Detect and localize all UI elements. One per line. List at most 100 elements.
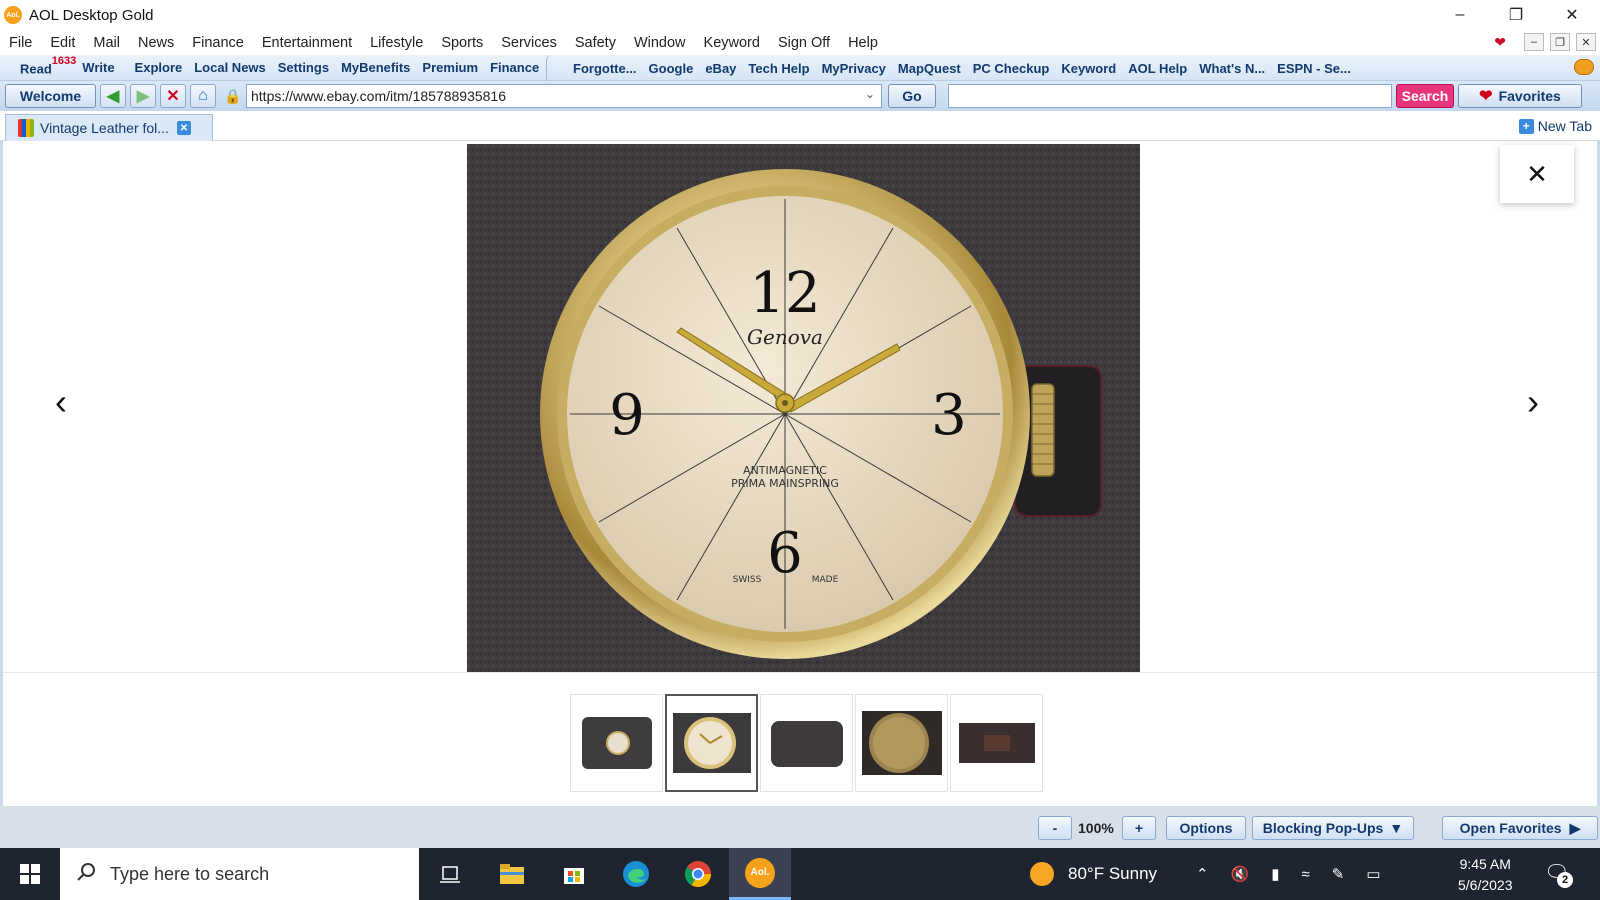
popup-blocker-button[interactable]: Blocking Pop-Ups ▼ bbox=[1252, 816, 1414, 840]
menu-help[interactable]: Help bbox=[839, 35, 887, 51]
link-myprivacy[interactable]: MyPrivacy bbox=[816, 61, 892, 76]
menu-sign-off[interactable]: Sign Off bbox=[769, 35, 839, 51]
options-button[interactable]: Options bbox=[1166, 816, 1246, 840]
inner-close-button[interactable]: ✕ bbox=[1576, 33, 1596, 51]
task-view-icon[interactable] bbox=[419, 848, 481, 900]
menu-entertainment[interactable]: Entertainment bbox=[253, 35, 361, 51]
previous-image-arrow-icon[interactable]: ‹ bbox=[55, 381, 67, 423]
chevron-down-icon[interactable]: ⌄ bbox=[865, 87, 875, 101]
link-aol-help[interactable]: AOL Help bbox=[1122, 61, 1193, 76]
new-tab-button[interactable]: + New Tab bbox=[1518, 118, 1592, 134]
taskbar-search-input[interactable]: Type here to search bbox=[60, 848, 419, 900]
close-viewer-button[interactable]: ✕ bbox=[1500, 145, 1574, 203]
link-read[interactable]: Read1633 bbox=[14, 55, 82, 76]
display-icon[interactable]: ▭ bbox=[1366, 865, 1380, 883]
heart-icon[interactable]: ❤ bbox=[1494, 34, 1506, 51]
thumbnail-4[interactable] bbox=[855, 694, 948, 792]
menu-mail[interactable]: Mail bbox=[84, 35, 129, 51]
menu-news[interactable]: News bbox=[129, 35, 183, 51]
lock-icon[interactable]: 🔒 bbox=[222, 84, 244, 108]
close-tab-icon[interactable]: ✕ bbox=[176, 121, 191, 135]
link-explore[interactable]: Explore bbox=[129, 60, 189, 75]
menu-safety[interactable]: Safety bbox=[566, 35, 625, 51]
thumbnail-1[interactable] bbox=[570, 694, 663, 792]
open-favorites-button[interactable]: Open Favorites ▶ bbox=[1442, 816, 1598, 840]
menu-edit[interactable]: Edit bbox=[41, 35, 84, 51]
zoom-in-button[interactable]: + bbox=[1122, 816, 1156, 840]
sun-icon bbox=[1030, 862, 1054, 886]
stop-icon[interactable]: ✕ bbox=[160, 84, 186, 108]
menu-file[interactable]: File bbox=[0, 35, 41, 51]
menu-window[interactable]: Window bbox=[625, 35, 695, 51]
volume-muted-icon[interactable]: 🔇 bbox=[1231, 865, 1250, 883]
link-mapquest[interactable]: MapQuest bbox=[892, 61, 967, 76]
notification-count-badge: 2 bbox=[1557, 872, 1573, 888]
link-write[interactable]: Write bbox=[82, 60, 120, 75]
windows-taskbar: Type here to search Aol. 80°F Sunny ⌃ 🔇 … bbox=[0, 848, 1600, 900]
taskbar-search-placeholder: Type here to search bbox=[110, 863, 270, 884]
link-forgotten[interactable]: Forgotte... bbox=[567, 61, 643, 76]
inner-minimize-button[interactable]: – bbox=[1524, 33, 1544, 51]
search-button[interactable]: Search bbox=[1396, 84, 1454, 108]
forward-icon[interactable]: ▶ bbox=[130, 84, 156, 108]
dial-numeral-6: 6 bbox=[767, 521, 803, 586]
aol-desktop-taskbar-icon[interactable]: Aol. bbox=[729, 848, 791, 900]
link-ebay[interactable]: eBay bbox=[699, 61, 742, 76]
minimize-button[interactable]: – bbox=[1432, 0, 1488, 30]
window-controls: – ❐ ✕ bbox=[1432, 0, 1600, 30]
link-tech-help[interactable]: Tech Help bbox=[742, 61, 815, 76]
link-settings[interactable]: Settings bbox=[272, 60, 335, 75]
tab-title: Vintage Leather fol... bbox=[40, 120, 169, 136]
thumbnail-3[interactable] bbox=[760, 694, 853, 792]
favorites-button[interactable]: ❤ Favorites bbox=[1458, 84, 1582, 108]
close-window-button[interactable]: ✕ bbox=[1544, 0, 1600, 30]
menu-lifestyle[interactable]: Lifestyle bbox=[361, 35, 432, 51]
thumbnail-2[interactable] bbox=[665, 694, 758, 792]
pen-icon[interactable]: ✎ bbox=[1332, 865, 1345, 883]
home-icon[interactable]: ⌂ bbox=[190, 84, 216, 108]
thumbnail-5[interactable] bbox=[950, 694, 1043, 792]
link-whats-new[interactable]: What's N... bbox=[1193, 61, 1271, 76]
menu-finance[interactable]: Finance bbox=[183, 35, 253, 51]
link-keyword[interactable]: Keyword bbox=[1055, 61, 1122, 76]
menu-keyword[interactable]: Keyword bbox=[695, 35, 769, 51]
chrome-browser-icon[interactable] bbox=[667, 848, 729, 900]
wifi-icon[interactable]: ≈ bbox=[1302, 866, 1310, 883]
chat-icon[interactable] bbox=[1574, 59, 1594, 75]
back-icon[interactable]: ◀ bbox=[100, 84, 126, 108]
link-pc-checkup[interactable]: PC Checkup bbox=[967, 61, 1056, 76]
chevron-up-icon[interactable]: ⌃ bbox=[1196, 865, 1209, 883]
link-premium[interactable]: Premium bbox=[416, 60, 484, 75]
title-bar: Aol. AOL Desktop Gold – ❐ ✕ bbox=[0, 0, 1600, 30]
inner-restore-button[interactable]: ❐ bbox=[1550, 33, 1570, 51]
navigation-bar: Welcome ◀ ▶ ✕ ⌂ 🔒 https://www.ebay.com/i… bbox=[0, 81, 1600, 111]
address-bar[interactable]: https://www.ebay.com/itm/185788935816 ⌄ bbox=[246, 84, 882, 108]
menu-services[interactable]: Services bbox=[492, 35, 566, 51]
restore-button[interactable]: ❐ bbox=[1488, 0, 1544, 30]
zoom-level: 100% bbox=[1078, 820, 1114, 836]
notification-center-icon[interactable]: 🗨 2 bbox=[1544, 860, 1573, 888]
taskbar-clock[interactable]: 9:45 AM 5/6/2023 bbox=[1458, 854, 1513, 896]
popup-blocker-label: Blocking Pop-Ups bbox=[1262, 820, 1384, 836]
search-input[interactable] bbox=[948, 84, 1392, 108]
welcome-button[interactable]: Welcome bbox=[5, 84, 96, 108]
zoom-out-button[interactable]: - bbox=[1038, 816, 1072, 840]
next-image-arrow-icon[interactable]: › bbox=[1527, 381, 1539, 423]
tab-ebay-listing[interactable]: Vintage Leather fol... ✕ bbox=[5, 114, 213, 141]
microsoft-store-icon[interactable] bbox=[543, 848, 605, 900]
file-explorer-icon[interactable] bbox=[481, 848, 543, 900]
windows-start-icon[interactable] bbox=[0, 848, 60, 900]
weather-text: 80°F Sunny bbox=[1068, 864, 1158, 883]
link-finance[interactable]: Finance bbox=[484, 60, 545, 75]
dial-brand: Genova bbox=[747, 325, 823, 349]
menu-sports[interactable]: Sports bbox=[432, 35, 492, 51]
link-google[interactable]: Google bbox=[643, 61, 700, 76]
go-button[interactable]: Go bbox=[888, 84, 936, 108]
favorites-links-group: Forgotte... Google eBay Tech Help MyPriv… bbox=[546, 55, 1357, 81]
link-espn[interactable]: ESPN - Se... bbox=[1271, 61, 1357, 76]
weather-widget[interactable]: 80°F Sunny bbox=[1030, 848, 1157, 900]
link-local-news[interactable]: Local News bbox=[188, 60, 272, 75]
edge-browser-icon[interactable] bbox=[605, 848, 667, 900]
link-mybenefits[interactable]: MyBenefits bbox=[335, 60, 416, 75]
battery-icon[interactable]: ▮ bbox=[1271, 865, 1279, 883]
